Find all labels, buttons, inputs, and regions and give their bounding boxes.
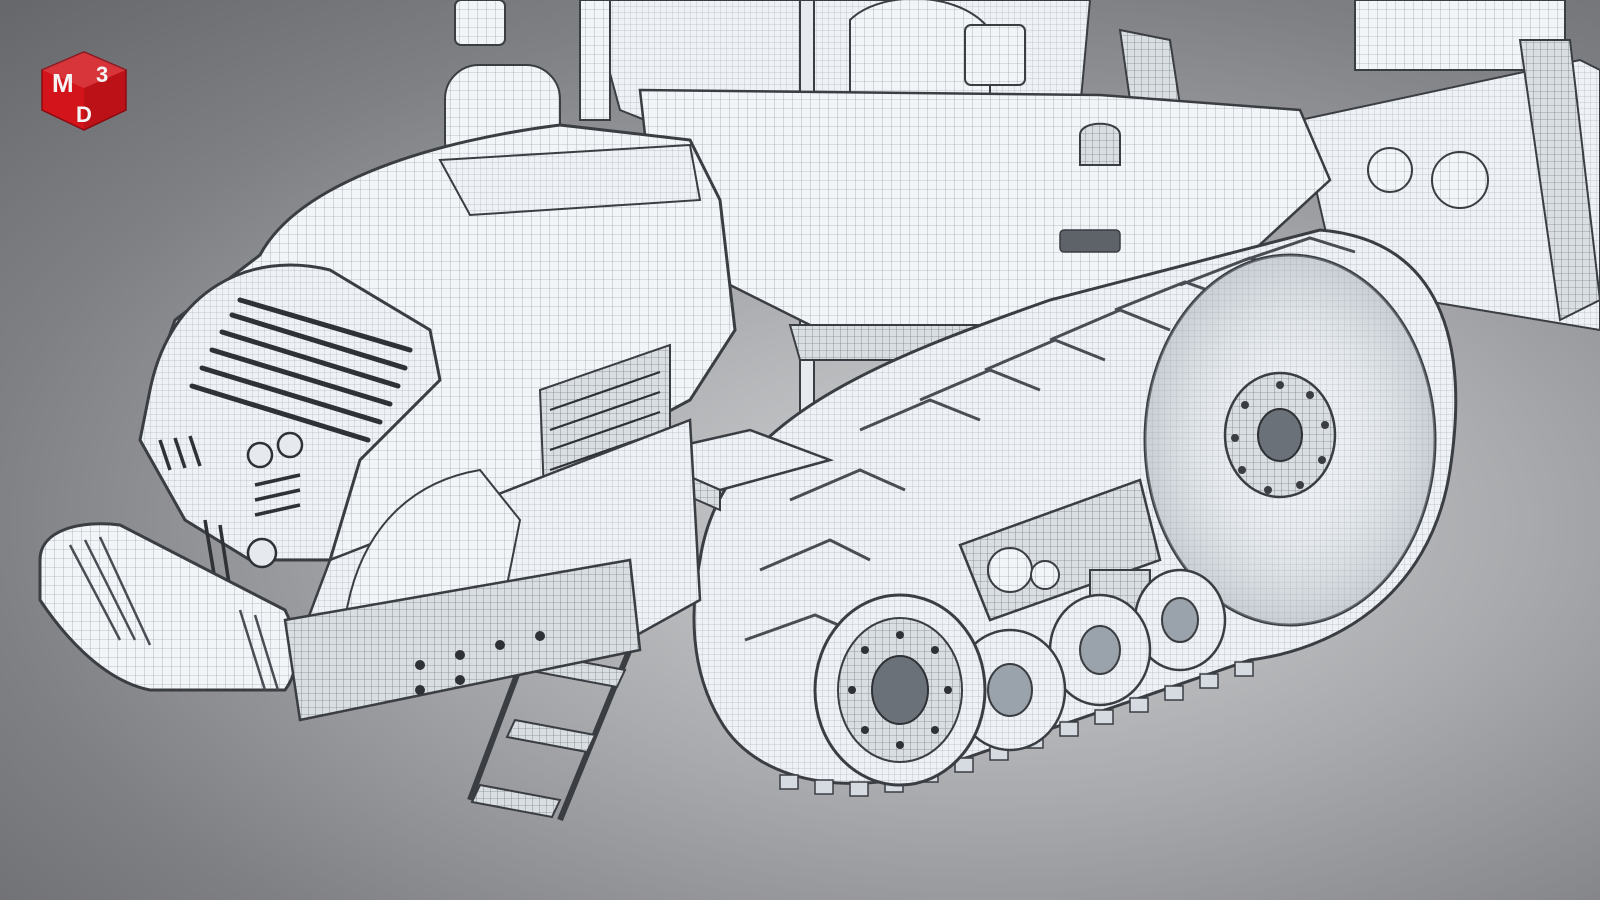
render-viewport: M 3 D bbox=[0, 0, 1600, 900]
drive-wheel bbox=[1143, 253, 1437, 627]
logo-letter-d: D bbox=[76, 102, 92, 127]
tractor-wireframe-render bbox=[38, 0, 1600, 822]
m3d-logo: M 3 D bbox=[41, 51, 127, 131]
front-idler-wheel bbox=[813, 593, 987, 787]
logo-letter-3: 3 bbox=[96, 62, 108, 87]
logo-letter-m: M bbox=[52, 68, 74, 98]
